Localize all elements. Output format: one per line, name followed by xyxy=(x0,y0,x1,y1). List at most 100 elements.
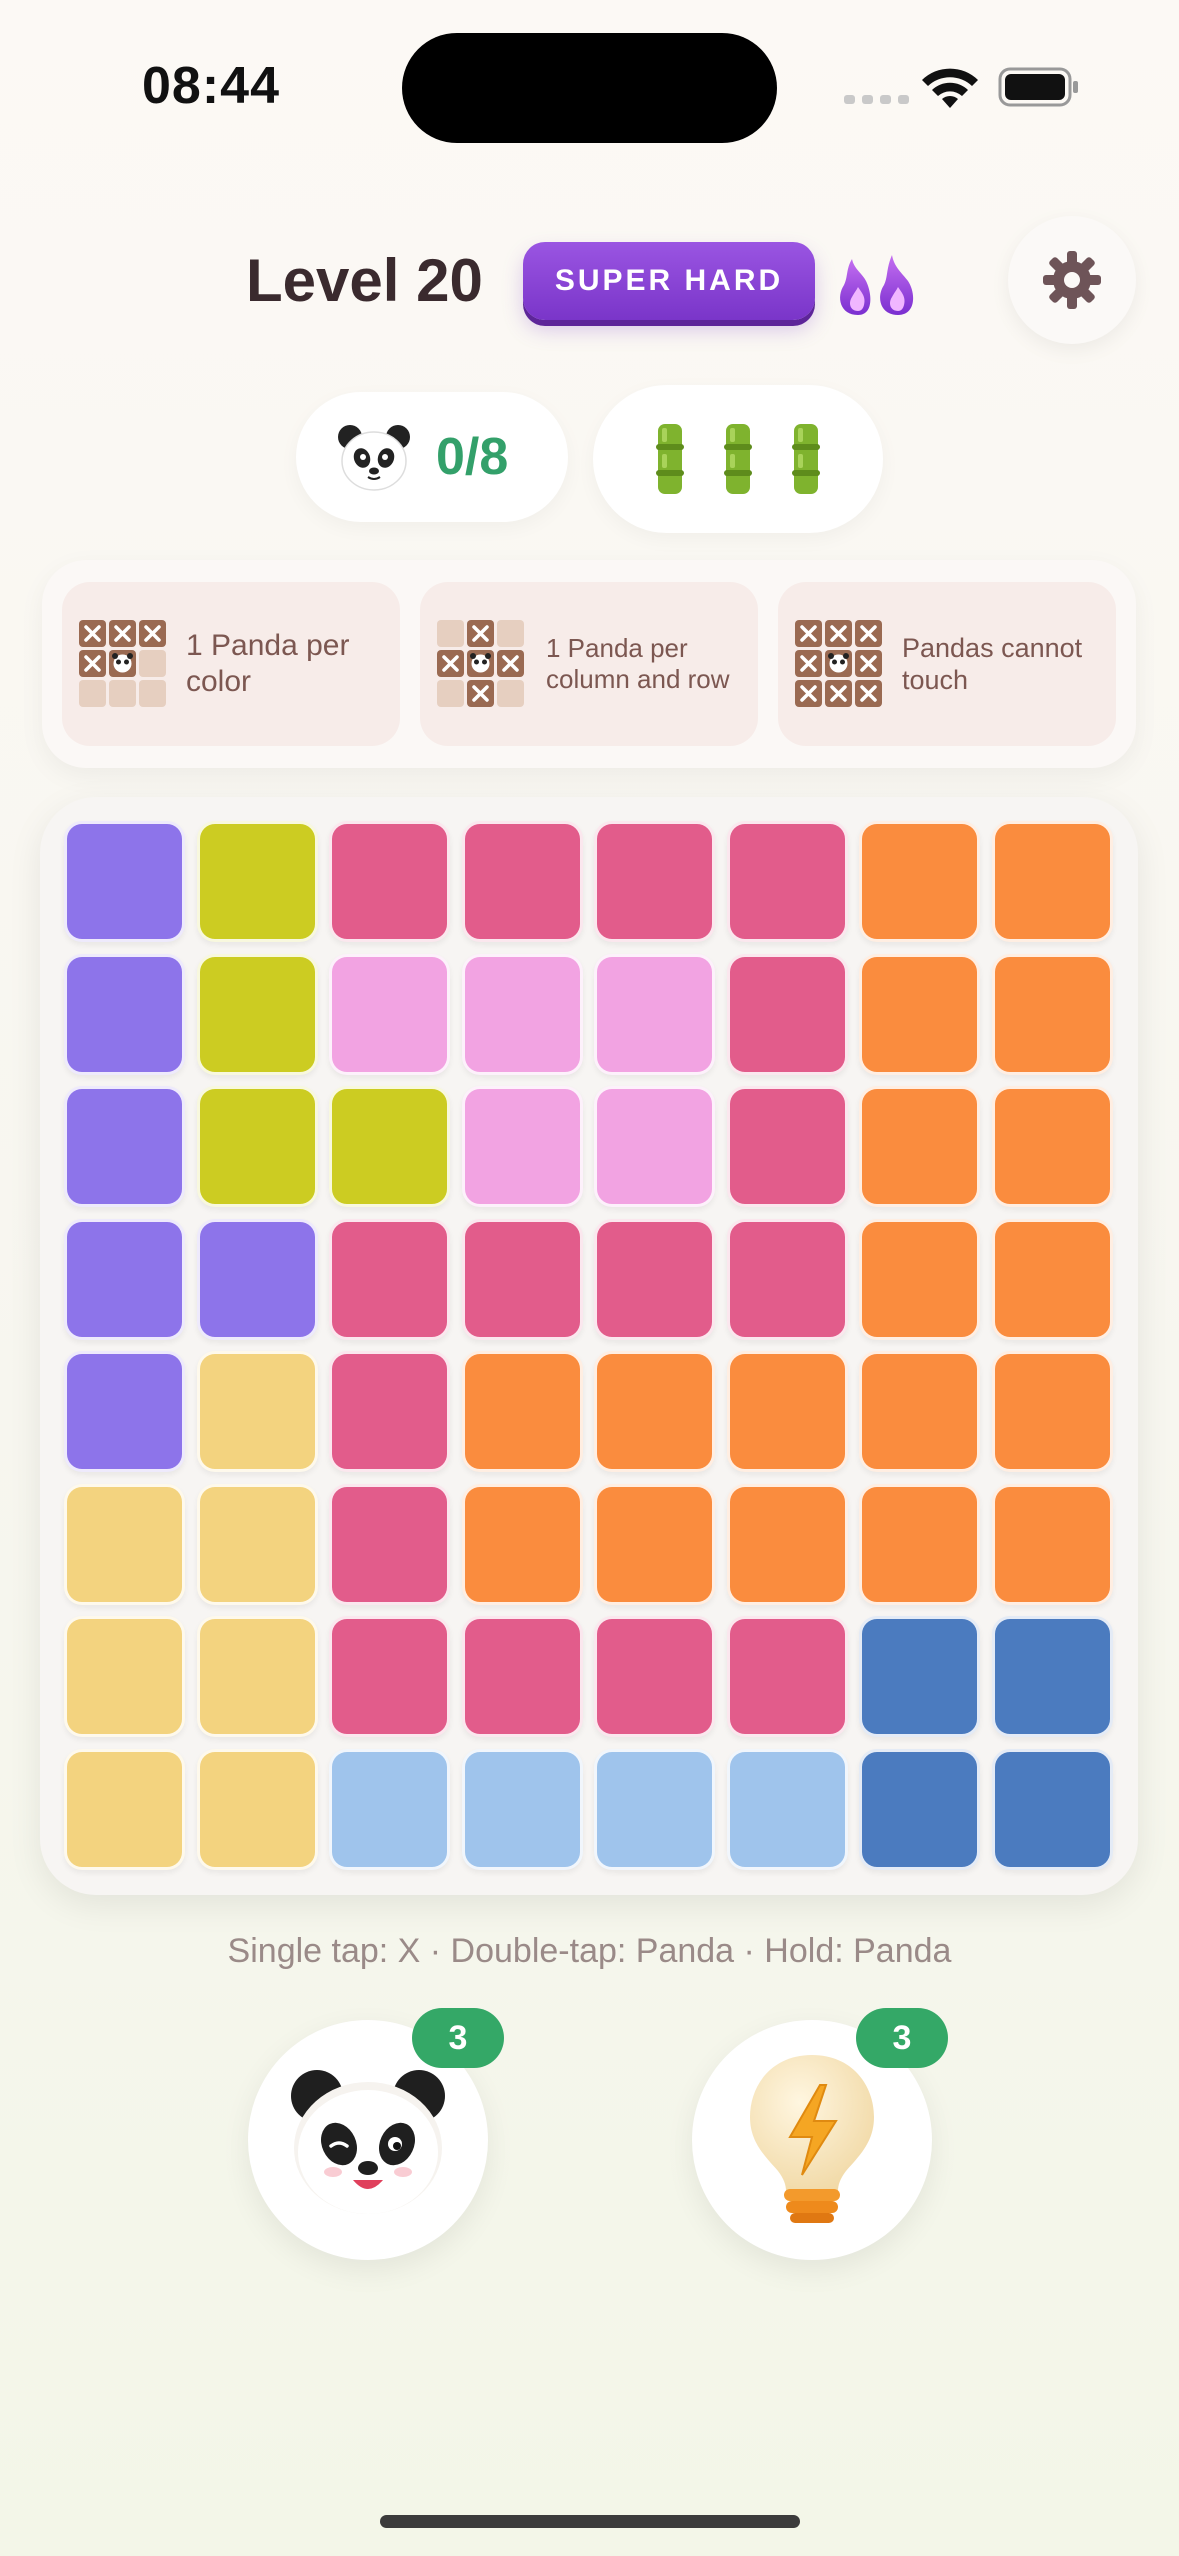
board-cell[interactable] xyxy=(859,1483,980,1605)
board-cell[interactable] xyxy=(594,1483,715,1605)
board-cell[interactable] xyxy=(329,1616,450,1737)
board-cell[interactable] xyxy=(196,1351,318,1472)
bamboo-lives-pill xyxy=(593,385,883,533)
difficulty-badge: SUPER HARD xyxy=(523,242,815,320)
bamboo-icon xyxy=(792,424,820,494)
board-cell[interactable] xyxy=(991,1483,1113,1605)
board-cell[interactable] xyxy=(594,953,715,1075)
cellular-signal-icon xyxy=(844,95,909,104)
board-cell[interactable] xyxy=(991,953,1113,1075)
board-cell[interactable] xyxy=(594,1748,715,1870)
board-cell[interactable] xyxy=(329,1483,450,1605)
bamboo-icon xyxy=(724,424,752,494)
rules-card: 1 Panda per color 1 Panda per column and… xyxy=(42,560,1136,768)
board-cell[interactable] xyxy=(726,821,848,942)
board-cell[interactable] xyxy=(859,1218,980,1340)
panda-progress-pill: 0/8 xyxy=(296,392,568,522)
board-cell[interactable] xyxy=(461,1086,583,1207)
settings-button[interactable] xyxy=(1008,216,1136,344)
dynamic-island xyxy=(402,33,777,143)
board-cell[interactable] xyxy=(196,1748,318,1870)
board-cell[interactable] xyxy=(991,1748,1113,1870)
board-cell[interactable] xyxy=(859,1616,980,1737)
board-cell[interactable] xyxy=(64,1748,185,1870)
rule-color-grid-icon xyxy=(79,620,166,707)
home-indicator xyxy=(380,2515,800,2528)
board-cell[interactable] xyxy=(196,1218,318,1340)
board-cell[interactable] xyxy=(329,1218,450,1340)
panda-face-icon xyxy=(338,425,410,491)
rule-no-touch-grid-icon xyxy=(795,620,882,707)
lightbulb-icon xyxy=(750,2055,874,2223)
board-cell[interactable] xyxy=(461,1616,583,1737)
panda-wink-icon xyxy=(291,2070,445,2214)
rule-text: 1 Panda per column and row xyxy=(546,632,730,694)
board-cell[interactable] xyxy=(859,1086,980,1207)
board-cell[interactable] xyxy=(329,1351,450,1472)
panda-progress-count: 0/8 xyxy=(436,428,509,486)
board-cell[interactable] xyxy=(64,1351,185,1472)
bamboo-icon xyxy=(656,424,684,494)
panda-powerup-count: 3 xyxy=(412,2008,504,2068)
board-cell[interactable] xyxy=(461,1748,583,1870)
board-cell[interactable] xyxy=(461,1218,583,1340)
board-cell[interactable] xyxy=(726,1616,848,1737)
board-cell[interactable] xyxy=(329,821,450,942)
board-cell[interactable] xyxy=(329,1748,450,1870)
board-cell[interactable] xyxy=(726,1086,848,1207)
board-cell[interactable] xyxy=(726,1483,848,1605)
board-cell[interactable] xyxy=(196,821,318,942)
purple-flame-icon xyxy=(840,255,914,315)
rule-one-per-row-column: 1 Panda per column and row xyxy=(420,582,758,746)
board-cell[interactable] xyxy=(726,953,848,1075)
rule-text: 1 Panda per color xyxy=(186,629,350,698)
board-cell[interactable] xyxy=(991,1351,1113,1472)
game-board xyxy=(40,797,1138,1895)
gear-icon xyxy=(1043,251,1101,309)
board-cell[interactable] xyxy=(594,821,715,942)
board-cell[interactable] xyxy=(594,1218,715,1340)
board-cell[interactable] xyxy=(64,1483,185,1605)
panda-powerup-button[interactable]: 3 xyxy=(248,2008,504,2260)
board-cell[interactable] xyxy=(991,1086,1113,1207)
board-cell[interactable] xyxy=(64,953,185,1075)
board-cell[interactable] xyxy=(859,1351,980,1472)
board-cell[interactable] xyxy=(329,953,450,1075)
board-cell[interactable] xyxy=(461,1483,583,1605)
rule-text: Pandas cannot touch xyxy=(902,632,1083,695)
board-cell[interactable] xyxy=(991,1218,1113,1340)
wifi-icon xyxy=(922,68,978,108)
board-cell[interactable] xyxy=(64,1616,185,1737)
board-cell[interactable] xyxy=(64,1086,185,1207)
board-cell[interactable] xyxy=(594,1351,715,1472)
board-cell[interactable] xyxy=(461,1351,583,1472)
board-cell[interactable] xyxy=(726,1748,848,1870)
board-cell[interactable] xyxy=(859,953,980,1075)
rule-no-touch: Pandas cannot touch xyxy=(778,582,1116,746)
rule-one-per-color: 1 Panda per color xyxy=(62,582,400,746)
hint-powerup-count: 3 xyxy=(856,2008,948,2068)
board-cell[interactable] xyxy=(461,821,583,942)
board-cell[interactable] xyxy=(859,1748,980,1870)
board-cell[interactable] xyxy=(196,1086,318,1207)
board-cell[interactable] xyxy=(196,1483,318,1605)
status-time: 08:44 xyxy=(142,57,280,115)
board-cell[interactable] xyxy=(196,953,318,1075)
board-cell[interactable] xyxy=(64,821,185,942)
board-cell[interactable] xyxy=(726,1218,848,1340)
board-cell[interactable] xyxy=(726,1351,848,1472)
rule-row-column-grid-icon xyxy=(437,620,524,707)
board-cell[interactable] xyxy=(461,953,583,1075)
board-cell[interactable] xyxy=(991,1616,1113,1737)
board-cell[interactable] xyxy=(859,821,980,942)
board-cell[interactable] xyxy=(594,1616,715,1737)
board-cell[interactable] xyxy=(329,1086,450,1207)
board-cell[interactable] xyxy=(64,1218,185,1340)
hint-powerup-button[interactable]: 3 xyxy=(692,2008,948,2260)
board-grid xyxy=(64,821,1113,1870)
board-cell[interactable] xyxy=(196,1616,318,1737)
controls-hint: Single tap: X · Double-tap: Panda · Hold… xyxy=(227,1932,952,1970)
board-cell[interactable] xyxy=(991,821,1113,942)
board-cell[interactable] xyxy=(594,1086,715,1207)
battery-icon xyxy=(998,67,1078,107)
